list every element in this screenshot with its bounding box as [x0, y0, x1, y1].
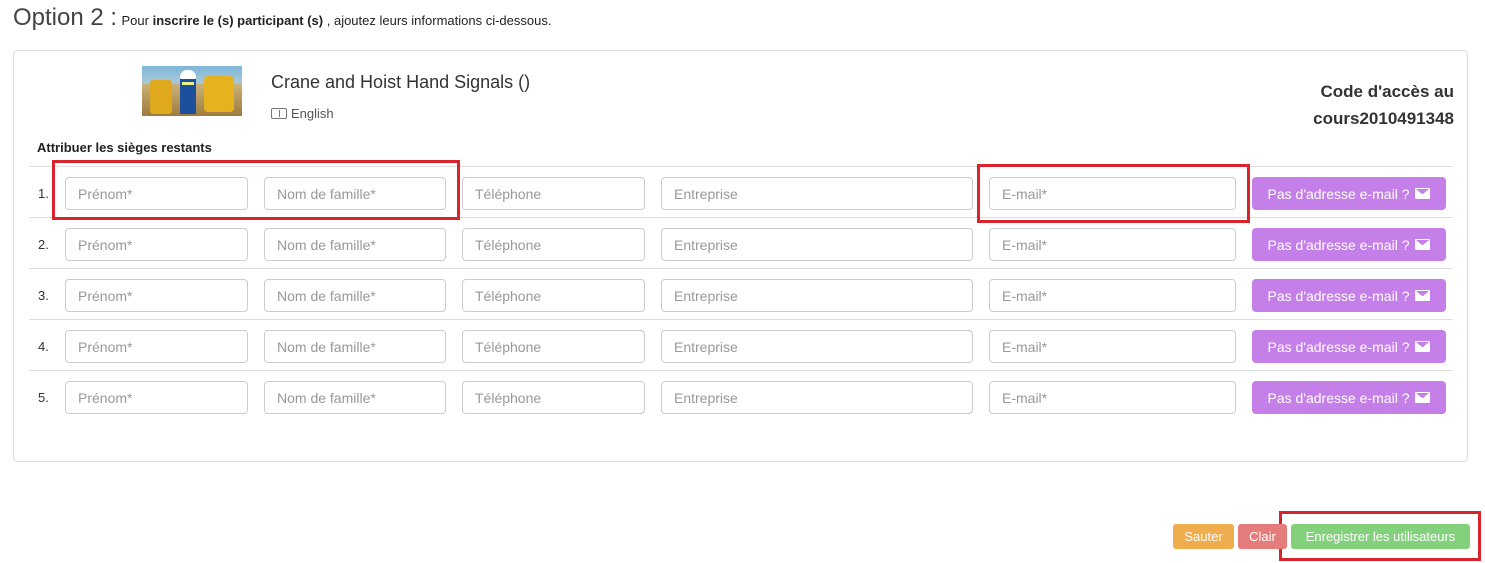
first-name-input[interactable] — [65, 330, 248, 363]
phone-input[interactable] — [462, 177, 645, 210]
participant-row: 2. Pas d'adresse e-mail ? — [29, 217, 1453, 268]
phone-input[interactable] — [462, 228, 645, 261]
participant-row: 3. Pas d'adresse e-mail ? — [29, 268, 1453, 319]
no-email-label: Pas d'adresse e-mail ? — [1267, 389, 1410, 406]
email-input[interactable] — [989, 177, 1236, 210]
language-icon — [271, 108, 287, 119]
no-email-label: Pas d'adresse e-mail ? — [1267, 338, 1410, 355]
row-number: 5. — [38, 390, 49, 405]
email-input[interactable] — [989, 228, 1236, 261]
envelope-icon — [1415, 392, 1431, 403]
envelope-icon — [1415, 341, 1431, 352]
envelope-icon — [1415, 239, 1431, 250]
last-name-input[interactable] — [264, 279, 446, 312]
clear-button[interactable]: Clair — [1238, 524, 1287, 549]
course-language: English — [271, 106, 334, 121]
row-number: 4. — [38, 339, 49, 354]
row-number: 3. — [38, 288, 49, 303]
phone-input[interactable] — [462, 330, 645, 363]
option-header: Option 2 : Pour inscrire le (s) particip… — [13, 4, 551, 32]
no-email-button[interactable]: Pas d'adresse e-mail ? — [1252, 330, 1446, 363]
save-users-button[interactable]: Enregistrer les utilisateurs — [1291, 524, 1470, 549]
last-name-input[interactable] — [264, 228, 446, 261]
participant-rows: 1. Pas d'adresse e-mail ? 2. Pas d'adres… — [29, 166, 1453, 421]
envelope-icon — [1415, 290, 1431, 301]
assign-seats-label: Attribuer les sièges restants — [37, 140, 212, 155]
phone-input[interactable] — [462, 381, 645, 414]
skip-button[interactable]: Sauter — [1173, 524, 1234, 549]
email-input[interactable] — [989, 279, 1236, 312]
first-name-input[interactable] — [65, 177, 248, 210]
first-name-input[interactable] — [65, 381, 248, 414]
company-input[interactable] — [661, 177, 973, 210]
row-number: 1. — [38, 186, 49, 201]
participant-row: 4. Pas d'adresse e-mail ? — [29, 319, 1453, 370]
first-name-input[interactable] — [65, 279, 248, 312]
no-email-button[interactable]: Pas d'adresse e-mail ? — [1252, 177, 1446, 210]
no-email-label: Pas d'adresse e-mail ? — [1267, 185, 1410, 202]
company-input[interactable] — [661, 228, 973, 261]
envelope-icon — [1415, 188, 1431, 199]
email-input[interactable] — [989, 381, 1236, 414]
email-input[interactable] — [989, 330, 1236, 363]
company-input[interactable] — [661, 381, 973, 414]
option-instructions: Pour inscrire le (s) participant (s) , a… — [121, 13, 552, 28]
course-title: Crane and Hoist Hand Signals () — [271, 72, 531, 92]
access-code: Code d'accès au cours2010491348 — [1313, 82, 1454, 128]
course-thumbnail — [142, 66, 242, 116]
last-name-input[interactable] — [264, 381, 446, 414]
no-email-label: Pas d'adresse e-mail ? — [1267, 236, 1410, 253]
no-email-button[interactable]: Pas d'adresse e-mail ? — [1252, 228, 1446, 261]
participant-row: 5. Pas d'adresse e-mail ? — [29, 370, 1453, 421]
no-email-label: Pas d'adresse e-mail ? — [1267, 287, 1410, 304]
last-name-input[interactable] — [264, 330, 446, 363]
company-input[interactable] — [661, 279, 973, 312]
no-email-button[interactable]: Pas d'adresse e-mail ? — [1252, 279, 1446, 312]
option-title: Option 2 : — [13, 4, 118, 31]
language-label: English — [291, 106, 334, 121]
company-input[interactable] — [661, 330, 973, 363]
row-number: 2. — [38, 237, 49, 252]
no-email-button[interactable]: Pas d'adresse e-mail ? — [1252, 381, 1446, 414]
participant-row: 1. Pas d'adresse e-mail ? — [29, 166, 1453, 217]
last-name-input[interactable] — [264, 177, 446, 210]
phone-input[interactable] — [462, 279, 645, 312]
first-name-input[interactable] — [65, 228, 248, 261]
